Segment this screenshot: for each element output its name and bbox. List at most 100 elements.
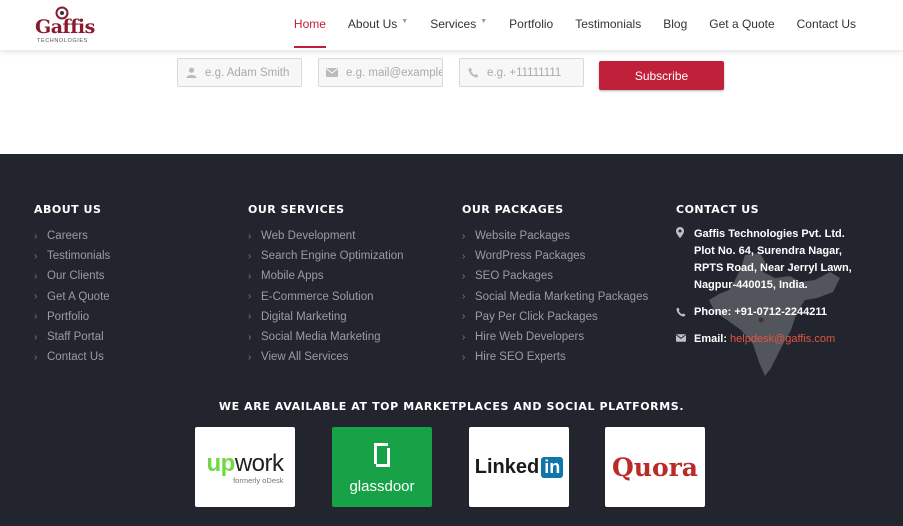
footer-services-title: OUR SERVICES	[248, 203, 345, 216]
upwork-logo: upwork	[207, 450, 284, 478]
footer-link[interactable]: › Website Packages	[462, 226, 648, 246]
chevron-right-icon: ›	[34, 311, 38, 323]
envelope-icon	[326, 67, 338, 79]
footer-contact-column: CONTACT US Gaffis Technologies Pvt. Ltd.…	[676, 203, 876, 345]
address-line: RPTS Road, Near Jerryl Lawn,	[694, 262, 852, 274]
footer-link[interactable]: › E-Commerce Solution	[248, 287, 404, 307]
chevron-right-icon: ›	[462, 250, 466, 262]
footer-link[interactable]: › Mobile Apps	[248, 266, 404, 286]
nav-portfolio-label: Portfolio	[509, 17, 554, 31]
chevron-right-icon: ›	[462, 331, 466, 343]
chevron-right-icon: ›	[462, 311, 466, 323]
nav-portfolio[interactable]: Portfolio	[498, 0, 564, 48]
chevron-right-icon: ›	[248, 250, 252, 262]
chevron-right-icon: ›	[248, 351, 252, 363]
footer-link[interactable]: › Staff Portal	[34, 327, 110, 347]
footer-link[interactable]: › Social Media Marketing Packages	[462, 287, 648, 307]
phone-input[interactable]	[487, 66, 583, 79]
email-input[interactable]	[346, 66, 442, 79]
nav-services-label: Services	[430, 17, 477, 31]
footer-link[interactable]: › Pay Per Click Packages	[462, 307, 648, 327]
footer-packages-title: OUR PACKAGES	[462, 203, 564, 216]
chevron-right-icon: ›	[34, 331, 38, 343]
footer-link[interactable]: › Web Development	[248, 226, 404, 246]
contact-email-link[interactable]: helpdesk@gaffis.com	[730, 333, 835, 345]
footer-link-label: Web Development	[261, 230, 356, 243]
nav-about-us[interactable]: About Us ▼	[337, 0, 419, 48]
footer-link[interactable]: › Contact Us	[34, 347, 110, 367]
upwork-logo-a: up	[206, 449, 236, 477]
nav-home[interactable]: Home	[283, 0, 337, 48]
footer-link[interactable]: › Hire SEO Experts	[462, 347, 648, 367]
marketplaces-title: WE ARE AVAILABLE AT TOP MARKETPLACES AND…	[218, 400, 685, 413]
footer-link[interactable]: › Get A Quote	[34, 287, 110, 307]
linkedin-badge[interactable]: Linked in	[469, 427, 569, 507]
site-footer: ABOUT US › Careers › Testimonials › Our Cli…	[0, 154, 903, 526]
address-line: Gaffis Technologies Pvt. Ltd.	[694, 228, 845, 240]
subscribe-button[interactable]: Subscribe	[599, 61, 724, 90]
contact-email-label: Email:	[694, 333, 728, 345]
footer-link[interactable]: › Social Media Marketing	[248, 327, 404, 347]
nav-get-a-quote[interactable]: Get a Quote	[698, 0, 785, 48]
nav-testimonials-label: Testimonials	[575, 17, 642, 31]
footer-link[interactable]: › View All Services	[248, 347, 404, 367]
footer-link[interactable]: › Testimonials	[34, 246, 110, 266]
nav-testimonials[interactable]: Testimonials	[564, 0, 652, 48]
linkedin-logo-a: Linked	[474, 455, 540, 478]
phone-field[interactable]	[459, 58, 584, 87]
footer-link[interactable]: › Our Clients	[34, 266, 110, 286]
subscribe-form	[177, 58, 600, 87]
nav-contact-us-label: Contact Us	[796, 17, 856, 31]
footer-link[interactable]: › WordPress Packages	[462, 246, 648, 266]
chevron-right-icon: ›	[34, 351, 38, 363]
quora-logo: Quora	[612, 452, 698, 482]
footer-link-label: WordPress Packages	[475, 250, 586, 263]
glassdoor-door-icon	[373, 442, 390, 467]
nav-get-a-quote-label: Get a Quote	[709, 17, 775, 31]
contact-phone: Phone: +91-0712-2244211	[676, 306, 876, 320]
phone-icon	[467, 67, 479, 79]
footer-link-label: Get A Quote	[47, 290, 110, 303]
footer-link-label: Portfolio	[47, 310, 90, 323]
chevron-right-icon: ›	[248, 230, 252, 242]
footer-link-label: E-Commerce Solution	[261, 290, 374, 303]
nav-blog-label: Blog	[663, 17, 688, 31]
glassdoor-badge[interactable]: glassdoor	[332, 427, 432, 507]
footer-link[interactable]: › SEO Packages	[462, 266, 648, 286]
contact-email: Email: helpdesk@gaffis.com	[676, 333, 876, 345]
nav-home-label: Home	[293, 17, 326, 31]
name-field[interactable]	[177, 58, 302, 87]
linkedin-logo-b: in	[541, 456, 564, 478]
caret-down-icon: ▼	[401, 17, 409, 25]
quora-badge[interactable]: Quora	[605, 427, 705, 507]
footer-link[interactable]: › Digital Marketing	[248, 307, 404, 327]
nav-contact-us[interactable]: Contact Us	[786, 0, 867, 48]
footer-link-label: Contact Us	[47, 351, 104, 364]
chevron-right-icon: ›	[462, 230, 466, 242]
chevron-right-icon: ›	[248, 311, 252, 323]
footer-link-label: Hire SEO Experts	[475, 351, 566, 364]
map-marker-icon	[676, 226, 688, 294]
nav-about-us-label: About Us	[347, 17, 398, 31]
email-field[interactable]	[318, 58, 443, 87]
footer-link[interactable]: › Hire Web Developers	[462, 327, 648, 347]
footer-link[interactable]: › Careers	[34, 226, 110, 246]
footer-services-column: OUR SERVICES › Web Development › Search En…	[248, 203, 404, 367]
upwork-badge[interactable]: upwork formerly oDesk	[195, 427, 295, 507]
footer-link-label: Social Media Marketing	[261, 331, 381, 344]
site-logo[interactable]: Gaffis TECHNOLOGIES	[33, 4, 95, 46]
name-input[interactable]	[205, 66, 301, 79]
footer-link-label: Search Engine Optimization	[261, 250, 404, 263]
footer-link-label: Website Packages	[475, 230, 571, 243]
footer-link[interactable]: › Portfolio	[34, 307, 110, 327]
chevron-right-icon: ›	[34, 250, 38, 262]
footer-about-title: ABOUT US	[34, 203, 102, 216]
user-icon	[185, 67, 197, 79]
nav-blog[interactable]: Blog	[652, 0, 698, 48]
chevron-right-icon: ›	[248, 270, 252, 282]
footer-link[interactable]: › Search Engine Optimization	[248, 246, 404, 266]
chevron-right-icon: ›	[462, 270, 466, 282]
nav-services[interactable]: Services ▼	[419, 0, 498, 48]
footer-packages-column: OUR PACKAGES › Website Packages › WordPres…	[462, 203, 648, 367]
main-nav: Home About Us ▼ Services ▼ Portfolio Testi…	[283, 0, 867, 48]
